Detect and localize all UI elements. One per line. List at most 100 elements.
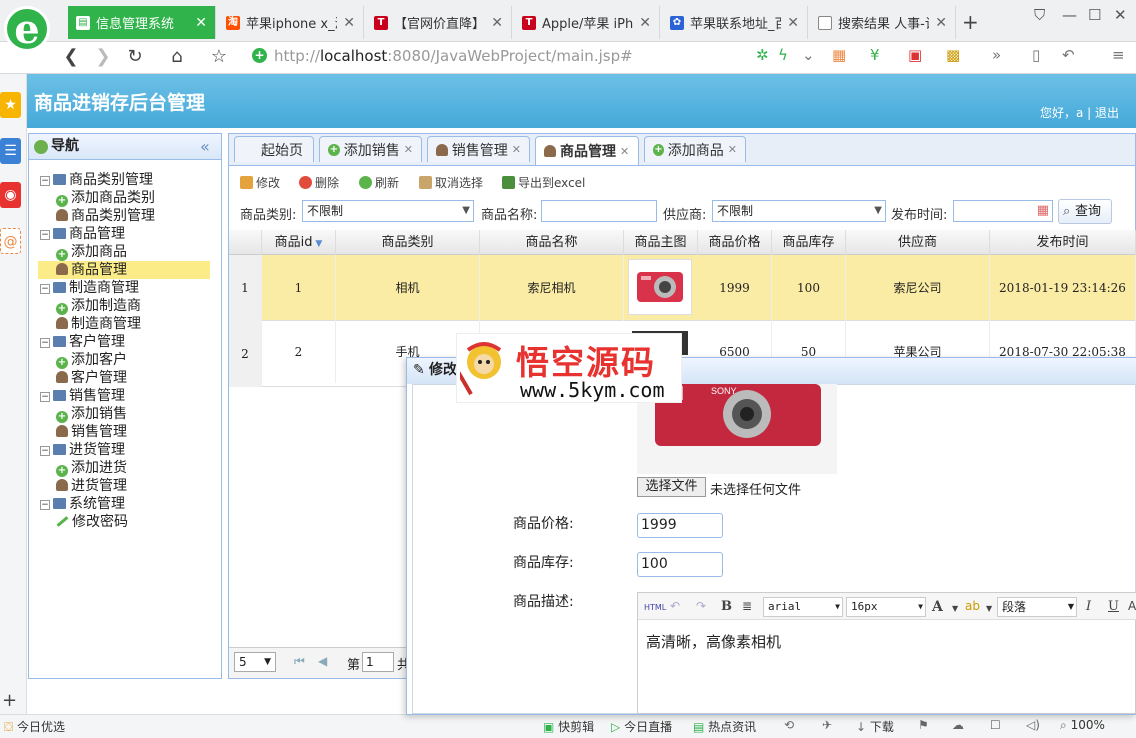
maximize-button[interactable]: ☐ — [1088, 6, 1101, 24]
tree-item-add-manufacturer[interactable]: + 添加制造商 — [56, 297, 141, 315]
highlight-icon[interactable]: ab — [965, 599, 980, 613]
collapse-toggle-icon[interactable]: − — [40, 500, 50, 510]
more-icon[interactable]: » — [992, 46, 1001, 64]
tree-node-manufacturer-management[interactable]: − 制造商管理 — [40, 279, 139, 297]
tree-item-manufacturer-management[interactable]: 制造商管理 — [56, 315, 141, 333]
close-window-button[interactable]: ✕ — [1114, 6, 1127, 24]
window-icon[interactable]: ☐ — [990, 718, 1001, 732]
chevron-down-icon[interactable]: ▼ — [952, 604, 958, 613]
quick-edit-link[interactable]: ▣ 快剪辑 — [543, 718, 594, 735]
browser-tab-2[interactable]: 淘 苹果iphone x_淘 ✕ — [218, 6, 364, 39]
history-icon[interactable]: ⟲ — [784, 718, 794, 732]
collapse-toggle-icon[interactable]: − — [40, 176, 50, 186]
prev-page-icon[interactable]: ◀ — [318, 654, 327, 668]
close-icon[interactable]: ✕ — [512, 143, 521, 156]
stock-input[interactable]: 100 — [637, 552, 723, 577]
live-link[interactable]: ▷ 今日直播 — [611, 718, 672, 735]
bold-button[interactable]: B — [721, 599, 732, 614]
close-icon[interactable]: ✕ — [404, 143, 413, 156]
collapse-toggle-icon[interactable]: − — [40, 392, 50, 402]
font-family-select[interactable]: arial ▼ — [763, 597, 843, 617]
refresh-button[interactable]: 刷新 — [359, 174, 399, 191]
close-icon[interactable]: ✕ — [195, 15, 207, 31]
redo-icon[interactable]: ↷ — [696, 599, 706, 613]
mail-icon[interactable]: @ — [0, 228, 21, 254]
tab-add-sale[interactable]: + 添加销售 ✕ — [319, 136, 422, 162]
format-clear-icon[interactable]: ≣ — [742, 599, 752, 613]
price-input[interactable]: 1999 — [637, 513, 723, 538]
chevron-down-icon[interactable]: ▼ — [986, 604, 992, 613]
menu-icon[interactable]: ≡ — [1112, 46, 1125, 64]
weibo-icon[interactable]: ◉ — [0, 182, 21, 208]
browser-tab-5[interactable]: ✿ 苹果联系地址_百 ✕ — [662, 6, 808, 39]
name-filter-input[interactable] — [541, 200, 657, 222]
favorites-star-icon[interactable]: ★ — [0, 92, 21, 118]
volume-icon[interactable]: ◁) — [1026, 718, 1040, 732]
coin-icon[interactable]: ¥ — [870, 46, 880, 64]
grid-col-date[interactable]: 发布时间 — [990, 230, 1136, 255]
supplier-filter-select[interactable]: 不限制 ▼ — [712, 200, 886, 222]
translate-icon[interactable]: ▣ — [908, 46, 922, 64]
tree-item-add-customer[interactable]: + 添加客户 — [56, 351, 127, 369]
collapse-toggle-icon[interactable]: − — [40, 338, 50, 348]
tree-item-add-category[interactable]: + 添加商品类别 — [56, 189, 155, 207]
tree-item-sales-management[interactable]: 销售管理 — [56, 423, 127, 441]
grid-col-image[interactable]: 商品主图 — [624, 230, 698, 255]
close-icon[interactable]: ✕ — [491, 15, 503, 31]
browser-tab-3[interactable]: T 【官网价直降】A ✕ — [366, 6, 512, 39]
tree-node-goods-management[interactable]: − 商品管理 — [40, 225, 125, 243]
tree-item-purchase-management[interactable]: 进货管理 — [56, 477, 127, 495]
category-filter-select[interactable]: 不限制 ▼ — [302, 200, 474, 222]
tab-goods-management[interactable]: 商品管理 ✕ — [535, 136, 639, 165]
download-link[interactable]: ↓ 下载 — [856, 718, 894, 735]
speed-icon[interactable]: ✲ — [756, 46, 769, 64]
browser-tab-6[interactable]: 搜索结果 人事-记 ✕ — [810, 6, 956, 39]
address-bar[interactable]: http://localhost:8080/JavaWebProject/mai… — [246, 44, 816, 68]
editor-content[interactable]: 高清晰，高像素相机 — [646, 631, 781, 652]
delete-button[interactable]: 删除 — [299, 174, 339, 191]
strikethrough-button[interactable]: A — [1128, 599, 1136, 613]
chevron-down-icon[interactable]: ⌄ — [802, 46, 815, 64]
tree-item-add-goods[interactable]: + 添加商品 — [56, 243, 127, 261]
undo-icon[interactable]: ↶ — [670, 599, 680, 613]
edit-button[interactable]: 修改 — [240, 174, 280, 191]
bookmark-star-icon[interactable]: ☆ — [206, 44, 232, 70]
collapse-toggle-icon[interactable]: − — [40, 230, 50, 240]
screenshot-icon[interactable]: ▩ — [946, 46, 960, 64]
calendar-icon[interactable]: ▦ — [1037, 201, 1049, 221]
tablet-icon[interactable]: ▯ — [1032, 46, 1040, 64]
browser-tab-1[interactable]: ▤ 信息管理系统 ✕ — [68, 6, 216, 39]
new-tab-button[interactable]: + — [962, 10, 979, 34]
font-color-button[interactable]: A — [932, 599, 943, 615]
grid-col-price[interactable]: 商品价格 — [698, 230, 772, 255]
pin-icon[interactable]: ✈ — [822, 718, 832, 732]
cancel-select-button[interactable]: 取消选择 — [419, 174, 483, 191]
collapse-toggle-icon[interactable]: − — [40, 446, 50, 456]
italic-button[interactable]: I — [1086, 599, 1091, 614]
tree-node-purchase-management[interactable]: − 进货管理 — [40, 441, 125, 459]
font-size-select[interactable]: 16px ▼ — [846, 597, 926, 617]
html-source-icon[interactable]: HTML — [644, 603, 666, 612]
page-number-input[interactable]: 1 — [362, 652, 394, 672]
underline-button[interactable]: U — [1108, 599, 1119, 614]
tree-item-add-sale[interactable]: + 添加销售 — [56, 405, 127, 423]
flag-icon[interactable]: ⚑ — [918, 718, 929, 732]
first-page-icon[interactable]: ⏮ — [294, 654, 305, 669]
export-excel-button[interactable]: 导出到excel — [502, 174, 585, 191]
grid-col-name[interactable]: 商品名称 — [480, 230, 624, 255]
close-icon[interactable]: ✕ — [639, 15, 651, 31]
grid-col-category[interactable]: 商品类别 — [336, 230, 480, 255]
tab-home[interactable]: 起始页 — [234, 136, 314, 162]
cloud-icon[interactable]: ☁ — [952, 718, 964, 732]
grid-col-id[interactable]: 商品id ▼ — [262, 230, 336, 255]
close-icon[interactable]: ✕ — [935, 15, 947, 31]
page-size-select[interactable]: 5 ▼ — [234, 652, 276, 672]
close-icon[interactable]: ✕ — [728, 143, 737, 156]
collapse-toggle-icon[interactable]: − — [40, 284, 50, 294]
daily-picks-link[interactable]: ⛋ 今日优选 — [4, 718, 65, 735]
tree-item-category-management[interactable]: 商品类别管理 — [56, 207, 155, 225]
tab-add-goods[interactable]: + 添加商品 ✕ — [644, 136, 746, 162]
hot-news-link[interactable]: ▤ 热点资讯 — [693, 718, 756, 735]
query-button[interactable]: ⌕ 查询 — [1058, 199, 1112, 224]
skin-icon[interactable]: ⛉ — [1034, 6, 1045, 24]
